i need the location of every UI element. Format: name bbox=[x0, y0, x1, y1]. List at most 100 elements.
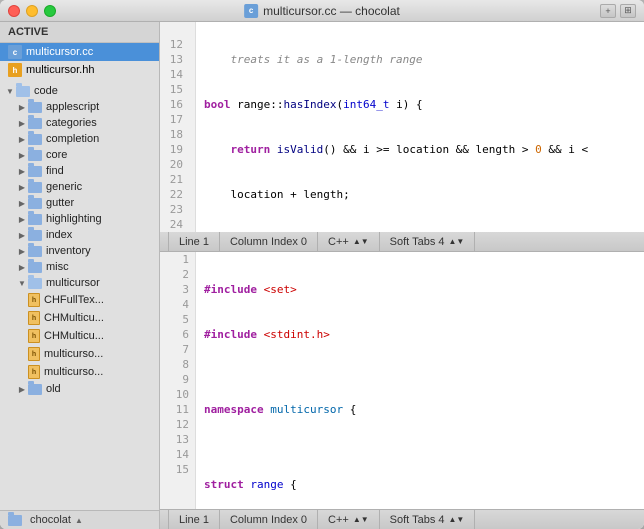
bottom-status-column-tab[interactable]: Column Index 0 bbox=[220, 510, 318, 529]
tree-item-chmulticu2[interactable]: h CHMulticu... bbox=[0, 327, 159, 345]
minimize-button[interactable] bbox=[26, 5, 38, 17]
workspace-selector[interactable]: chocolat ▲ bbox=[30, 514, 151, 526]
add-tab-button[interactable]: + bbox=[600, 4, 616, 18]
tree-arrow-inventory: ▶ bbox=[16, 245, 28, 257]
tree-arrow-generic: ▶ bbox=[16, 181, 28, 193]
tree-item-gutter[interactable]: ▶ gutter bbox=[0, 195, 159, 211]
top-comment-line: treats it as a 1-length range bbox=[204, 52, 644, 67]
tree-item-index[interactable]: ▶ index bbox=[0, 227, 159, 243]
folder-icon-multicursor bbox=[28, 278, 42, 289]
tree-item-multicurso2[interactable]: h multicurso... bbox=[0, 363, 159, 381]
active-file-hh[interactable]: h multicursor.hh bbox=[0, 61, 159, 79]
status-tabs-tab[interactable]: Soft Tabs 4 ▲▼ bbox=[380, 232, 476, 251]
tree-label-code: code bbox=[34, 85, 58, 97]
tree-label-index: index bbox=[46, 229, 72, 241]
tree-arrow-code: ▼ bbox=[4, 85, 16, 97]
status-column-tab[interactable]: Column Index 0 bbox=[220, 232, 318, 251]
bottom-status-column-label: Column Index 0 bbox=[230, 514, 307, 526]
close-button[interactable] bbox=[8, 5, 20, 17]
bottom-code-line-6: struct range { bbox=[204, 477, 644, 492]
tree-item-misc[interactable]: ▶ misc bbox=[0, 259, 159, 275]
window-title: c multicursor.cc — chocolat bbox=[244, 4, 400, 18]
tree-item-old[interactable]: ▶ old bbox=[0, 381, 159, 397]
hh-file-icon-2: h bbox=[28, 311, 40, 325]
bottom-code-pane: 1 2 3 4 5 6 7 8 9 10 11 12 13 14 bbox=[160, 252, 644, 509]
tree-label-find: find bbox=[46, 165, 64, 177]
sidebar: ACTIVE c multicursor.cc h multicursor.hh… bbox=[0, 22, 160, 529]
status-tabs-label: Soft Tabs 4 bbox=[390, 236, 445, 248]
tree-label-chmulticu2: CHMulticu... bbox=[44, 330, 104, 342]
tree-label-gutter: gutter bbox=[46, 197, 74, 209]
top-line-numbers: 12 13 14 15 16 17 18 19 20 21 22 23 24 bbox=[160, 22, 196, 232]
tree-label-core: core bbox=[46, 149, 67, 161]
tree-item-multicurso1[interactable]: h multicurso... bbox=[0, 345, 159, 363]
tree-label-completion: completion bbox=[46, 133, 99, 145]
bottom-language-dropdown-arrow: ▲▼ bbox=[353, 515, 369, 524]
folder-icon-highlighting bbox=[28, 214, 42, 225]
tree-item-multicursor[interactable]: ▼ multicursor bbox=[0, 275, 159, 291]
middle-statusbar: Line 1 Column Index 0 C++ ▲▼ Soft Tabs 4… bbox=[160, 232, 644, 252]
bottom-statusbar: Line 1 Column Index 0 C++ ▲▼ Soft Tabs 4… bbox=[160, 509, 644, 529]
tree-item-chmulticu1[interactable]: h CHMulticu... bbox=[0, 309, 159, 327]
tree-label-categories: categories bbox=[46, 117, 97, 129]
tree-label-multicurso1: multicurso... bbox=[44, 348, 103, 360]
folder-icon-gutter bbox=[28, 198, 42, 209]
grid-button[interactable]: ⊞ bbox=[620, 4, 636, 18]
bottom-code-line-1: #include <set> bbox=[204, 282, 644, 297]
file-tree: ▼ code ▶ applescript ▶ categories ▶ bbox=[0, 79, 159, 510]
tree-item-categories[interactable]: ▶ categories bbox=[0, 115, 159, 131]
cc-file-icon: c bbox=[8, 45, 22, 59]
workspace-name: chocolat bbox=[30, 514, 71, 526]
sidebar-bottom[interactable]: chocolat ▲ bbox=[0, 510, 159, 529]
tree-arrow-highlighting: ▶ bbox=[16, 213, 28, 225]
tree-item-applescript[interactable]: ▶ applescript bbox=[0, 99, 159, 115]
tree-item-highlighting[interactable]: ▶ highlighting bbox=[0, 211, 159, 227]
tree-item-find[interactable]: ▶ find bbox=[0, 163, 159, 179]
bottom-code-line-4: namespace multicursor { bbox=[204, 402, 644, 417]
tree-arrow-find: ▶ bbox=[16, 165, 28, 177]
bottom-status-line-tab[interactable]: Line 1 bbox=[168, 510, 220, 529]
workspace-folder-icon bbox=[8, 515, 22, 526]
main-area: ACTIVE c multicursor.cc h multicursor.hh… bbox=[0, 22, 644, 529]
folder-icon-applescript bbox=[28, 102, 42, 113]
tree-item-generic[interactable]: ▶ generic bbox=[0, 179, 159, 195]
folder-icon-inventory bbox=[28, 246, 42, 257]
code-line-12: bool range::hasIndex(int64_t i) { bbox=[204, 97, 644, 112]
active-file-cc[interactable]: c multicursor.cc bbox=[0, 43, 159, 61]
hh-file-icon-3: h bbox=[28, 329, 40, 343]
top-code-pane: 12 13 14 15 16 17 18 19 20 21 22 23 24 bbox=[160, 22, 644, 232]
main-window: c multicursor.cc — chocolat + ⊞ ACTIVE c… bbox=[0, 0, 644, 529]
bottom-status-language-tab[interactable]: C++ ▲▼ bbox=[318, 510, 380, 529]
status-language-tab[interactable]: C++ ▲▼ bbox=[318, 232, 380, 251]
tree-arrow-completion: ▶ bbox=[16, 133, 28, 145]
status-language-label: C++ bbox=[328, 236, 349, 248]
window-title-text: multicursor.cc — chocolat bbox=[263, 4, 400, 18]
bottom-status-tabs-label: Soft Tabs 4 bbox=[390, 514, 445, 526]
folder-icon-categories bbox=[28, 118, 42, 129]
bottom-tabs-dropdown-arrow: ▲▼ bbox=[449, 515, 465, 524]
code-line-14: location + length; bbox=[204, 187, 644, 202]
tree-item-code[interactable]: ▼ code bbox=[0, 83, 159, 99]
folder-icon-code bbox=[16, 86, 30, 97]
active-files-list: c multicursor.cc h multicursor.hh bbox=[0, 43, 159, 79]
file-type-icon: c bbox=[244, 4, 258, 18]
top-code-content[interactable]: 12 13 14 15 16 17 18 19 20 21 22 23 24 bbox=[160, 22, 644, 232]
tree-label-applescript: applescript bbox=[46, 101, 99, 113]
top-code-lines[interactable]: treats it as a 1-length range bool range… bbox=[196, 22, 644, 232]
folder-icon-generic bbox=[28, 182, 42, 193]
bottom-code-lines[interactable]: #include <set> #include <stdint.h> names… bbox=[196, 252, 644, 509]
bottom-code-content[interactable]: 1 2 3 4 5 6 7 8 9 10 11 12 13 14 bbox=[160, 252, 644, 509]
sidebar-section-active: ACTIVE bbox=[0, 22, 159, 43]
tree-item-core[interactable]: ▶ core bbox=[0, 147, 159, 163]
tree-label-generic: generic bbox=[46, 181, 82, 193]
folder-icon-index bbox=[28, 230, 42, 241]
maximize-button[interactable] bbox=[44, 5, 56, 17]
folder-icon-old bbox=[28, 384, 42, 395]
hh-file-icon-4: h bbox=[28, 347, 40, 361]
tree-item-completion[interactable]: ▶ completion bbox=[0, 131, 159, 147]
bottom-status-tabs-tab[interactable]: Soft Tabs 4 ▲▼ bbox=[380, 510, 476, 529]
status-line-tab[interactable]: Line 1 bbox=[168, 232, 220, 251]
bottom-status-line-label: Line 1 bbox=[179, 514, 209, 526]
tree-item-inventory[interactable]: ▶ inventory bbox=[0, 243, 159, 259]
tree-item-chfulltext[interactable]: h CHFullTex... bbox=[0, 291, 159, 309]
